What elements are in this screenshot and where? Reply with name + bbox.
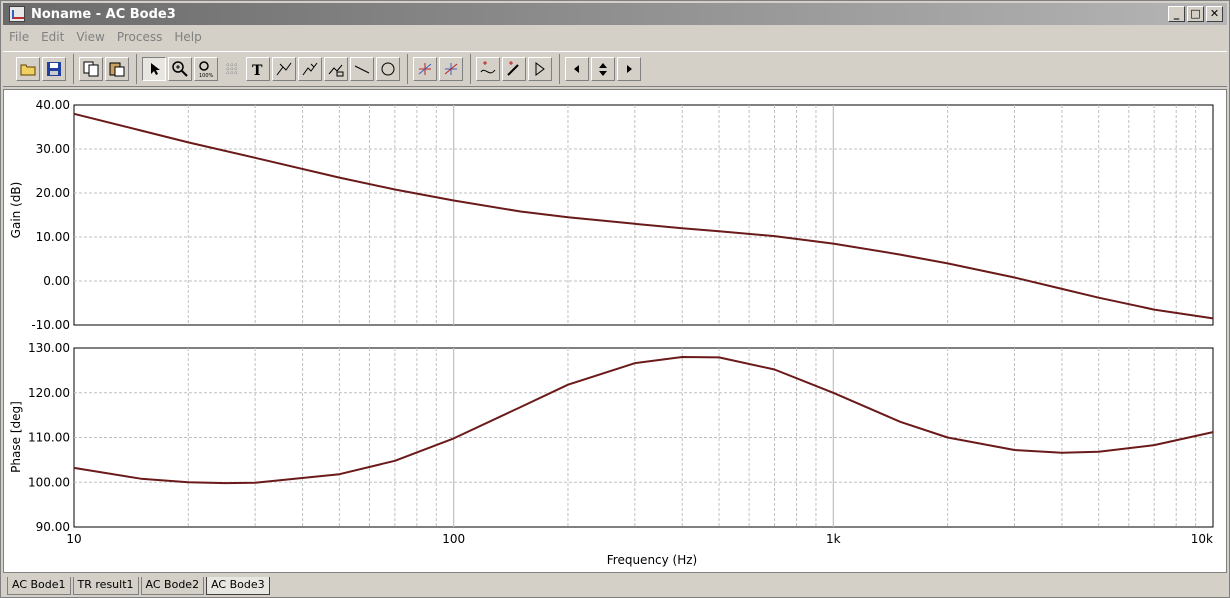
svg-text:100%: 100% <box>199 73 214 78</box>
phase-grid <box>73 347 1214 528</box>
app-window: Noname - AC Bode3 _ □ ✕ File Edit View P… <box>0 0 1230 598</box>
menu-file[interactable]: File <box>3 30 35 44</box>
menu-help[interactable]: Help <box>168 30 207 44</box>
frequency-x-ticks: 10 100 1k 10k <box>66 532 1213 546</box>
menu-process[interactable]: Process <box>111 30 169 44</box>
phase-y-tick-label: 100.00 <box>28 475 70 489</box>
tab-ac-bode1[interactable]: AC Bode1 <box>7 577 71 595</box>
zoom-in-icon[interactable] <box>168 57 192 81</box>
bode-plot-area[interactable]: 40.00 30.00 20.00 10.00 0.00 -10.00 Gain (dB)… <box>3 89 1227 573</box>
x-tick-label: 100 <box>442 532 465 546</box>
nav-up-down-icon[interactable] <box>591 57 615 81</box>
phase-y-tick-label: 110.00 <box>28 431 70 445</box>
add-curve-icon[interactable] <box>476 57 500 81</box>
phase-y-tick-label: 90.00 <box>36 520 70 534</box>
gain-plot-frame <box>73 104 1214 326</box>
nav-right-icon[interactable] <box>617 57 641 81</box>
app-icon <box>9 6 25 22</box>
gain-y-axis-label: Gain (dB) <box>9 182 23 239</box>
cross-a-icon[interactable] <box>413 57 437 81</box>
gain-y-tick-label: 0.00 <box>43 274 70 288</box>
cursor-a-icon[interactable] <box>272 57 296 81</box>
gain-y-ticks: 40.00 30.00 20.00 10.00 0.00 -10.00 <box>31 98 70 332</box>
gain-plot: 40.00 30.00 20.00 10.00 0.00 -10.00 Gain (dB) <box>9 98 1214 332</box>
circle-icon[interactable] <box>376 57 400 81</box>
result-tabs: AC Bode1 TR result1 AC Bode2 AC Bode3 <box>7 577 272 595</box>
gain-y-tick-label: -10.00 <box>31 318 70 332</box>
nav-left-icon[interactable] <box>565 57 589 81</box>
cursor-b-icon[interactable] <box>298 57 322 81</box>
paste-icon[interactable] <box>105 57 129 81</box>
x-tick-label: 10 <box>66 532 81 546</box>
open-icon[interactable] <box>16 57 40 81</box>
window-title: Noname - AC Bode3 <box>31 6 176 22</box>
copy-icon[interactable] <box>79 57 103 81</box>
menu-bar: File Edit View Process Help <box>3 26 208 48</box>
x-tick-label: 10k <box>1191 532 1213 546</box>
bode-chart[interactable]: 40.00 30.00 20.00 10.00 0.00 -10.00 Gain (dB)… <box>4 90 1226 572</box>
maximize-button[interactable]: □ <box>1187 6 1204 22</box>
phase-y-tick-label: 120.00 <box>28 386 70 400</box>
pointer-icon[interactable] <box>142 57 166 81</box>
gain-grid <box>73 104 1214 326</box>
grid-icon[interactable] <box>220 57 244 81</box>
x-tick-label: 1k <box>826 532 841 546</box>
gain-y-tick-label: 30.00 <box>36 142 70 156</box>
menu-view[interactable]: View <box>70 30 110 44</box>
add-marker-icon[interactable] <box>502 57 526 81</box>
save-icon[interactable] <box>42 57 66 81</box>
gain-y-tick-label: 20.00 <box>36 186 70 200</box>
close-button[interactable]: ✕ <box>1206 6 1223 22</box>
cursor-tool-icon[interactable] <box>324 57 348 81</box>
frequency-x-axis-label: Frequency (Hz) <box>607 553 698 567</box>
tab-tr-result1[interactable]: TR result1 <box>72 577 139 595</box>
tab-ac-bode3[interactable]: AC Bode3 <box>206 577 270 595</box>
gain-y-tick-label: 40.00 <box>36 98 70 112</box>
phase-plot: 130.00 120.00 110.00 100.00 90.00 Phase [deg… <box>9 341 1214 567</box>
minimize-button[interactable]: _ <box>1168 6 1185 22</box>
svg-text:T: T <box>252 63 263 78</box>
phase-y-axis-label: Phase [deg] <box>9 401 23 473</box>
toolbar: 100% T <box>3 51 1227 87</box>
title-bar[interactable]: Noname - AC Bode3 _ □ ✕ <box>3 3 1227 25</box>
gain-y-tick-label: 10.00 <box>36 230 70 244</box>
zoom-100-icon[interactable]: 100% <box>194 57 218 81</box>
phase-y-ticks: 130.00 120.00 110.00 100.00 90.00 <box>28 341 70 534</box>
gain-curve <box>73 112 1214 320</box>
flag-icon[interactable] <box>528 57 552 81</box>
menu-edit[interactable]: Edit <box>35 30 70 44</box>
cross-b-icon[interactable] <box>439 57 463 81</box>
phase-curve <box>73 356 1214 485</box>
text-icon[interactable]: T <box>246 57 270 81</box>
phase-y-tick-label: 130.00 <box>28 341 70 355</box>
tab-ac-bode2[interactable]: AC Bode2 <box>140 577 205 595</box>
line-icon[interactable] <box>350 57 374 81</box>
